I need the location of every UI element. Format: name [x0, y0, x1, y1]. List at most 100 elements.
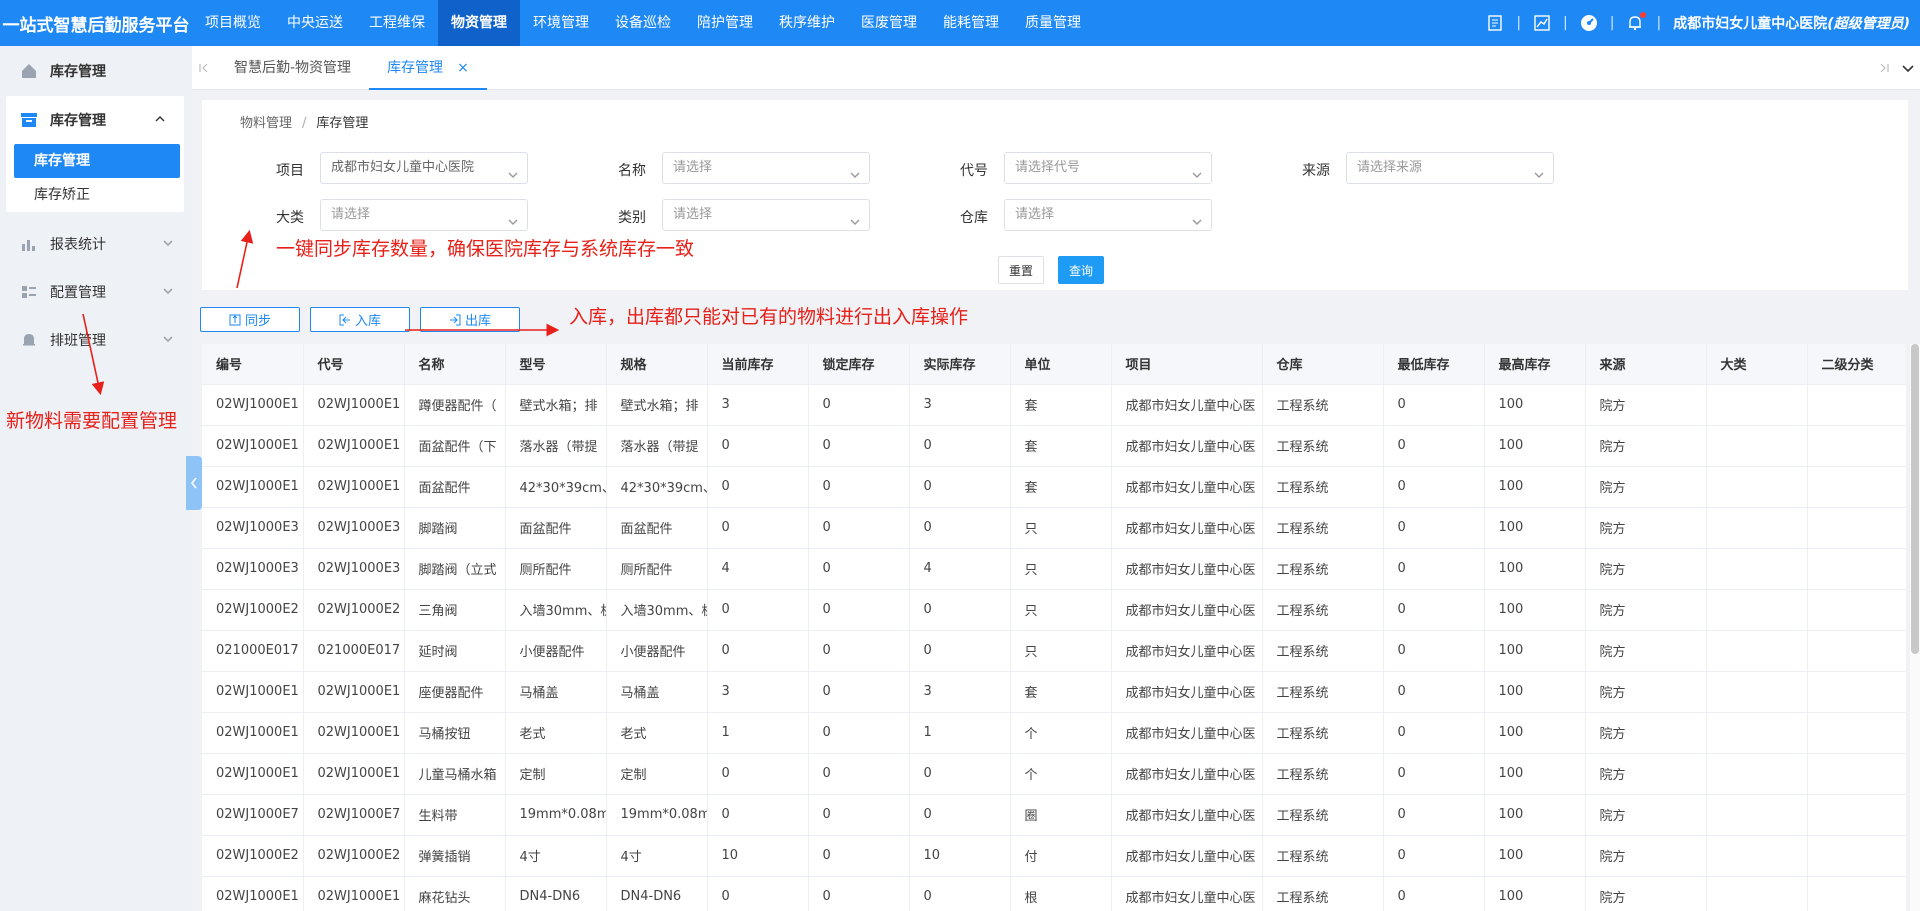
table-cell: 个: [1010, 753, 1112, 795]
table-cell: 老式: [606, 712, 708, 754]
table-row[interactable]: 02WJ1000E1 02WJ1000E1 马桶按钮 老式 老式 1 0 1 个成都市妇女儿童中…: [202, 712, 1906, 754]
column-header[interactable]: 编号: [202, 344, 304, 385]
table-cell: 0: [1383, 671, 1485, 713]
type-select[interactable]: 请选择: [662, 199, 870, 231]
table-row[interactable]: 02WJ1000E2 02WJ1000E2 弹簧插销 4寸 4寸 10 0 10 付成都市妇女儿…: [202, 835, 1906, 877]
scrollbar-thumb[interactable]: [1911, 344, 1919, 654]
table-scrollbar[interactable]: [1910, 344, 1920, 911]
chevron-down-icon: [507, 163, 519, 183]
tab-scroll-left-icon[interactable]: [192, 46, 216, 90]
table-cell: 02WJ1000E1: [303, 671, 405, 713]
column-header[interactable]: 锁定库存: [808, 344, 910, 385]
document-icon[interactable]: [1486, 14, 1504, 32]
table-row[interactable]: 02WJ1000E1 02WJ1000E1 面盆配件 42*30*39cm、 42*30…: [202, 466, 1906, 508]
tab-menu-chevron-down-icon[interactable]: [1896, 46, 1920, 90]
project-select[interactable]: 成都市妇女儿童中心医院: [320, 152, 528, 184]
table-cell: 0: [808, 466, 910, 508]
table-cell: 02WJ1000E2: [303, 589, 405, 631]
sync-button[interactable]: 同步: [200, 307, 300, 332]
column-header[interactable]: 来源: [1585, 344, 1707, 385]
table-row[interactable]: 02WJ1000E702WJ1000E7生料带19mm*0.08mm19mm*0…: [202, 794, 1906, 836]
column-header[interactable]: 最低库存: [1383, 344, 1485, 385]
table-cell: 定制: [505, 753, 607, 795]
sidebar-subitem-inventory[interactable]: 库存管理: [14, 144, 180, 178]
table-cell: 100: [1484, 876, 1586, 911]
code-select[interactable]: 请选择代号: [1004, 152, 1212, 184]
nav-item-7[interactable]: 秩序维护: [766, 0, 848, 46]
brand-title: 一站式智慧后勤服务平台: [2, 15, 190, 36]
stock-in-button[interactable]: 入库: [310, 307, 410, 332]
user-info[interactable]: 成都市妇女儿童中心医院(超级管理员): [1673, 13, 1910, 33]
table-row[interactable]: 02WJ1000E1 02WJ1000E1 座便器配件 马桶盖 马桶盖 3 0 3 套成都市妇女…: [202, 671, 1906, 713]
sidebar-item-inventory-home[interactable]: 库存管理: [0, 46, 192, 96]
table-cell: 0: [707, 589, 809, 631]
nav-item-4[interactable]: 环境管理: [520, 0, 602, 46]
nav-item-1[interactable]: 中央运送: [274, 0, 356, 46]
column-header[interactable]: 最高库存: [1484, 344, 1586, 385]
tab-material-management[interactable]: 智慧后勤-物资管理: [216, 46, 369, 90]
type-label: 类别: [618, 210, 646, 226]
column-header[interactable]: 代号: [303, 344, 405, 385]
sidebar-item-schedule[interactable]: 排班管理: [0, 316, 192, 364]
column-header[interactable]: 型号: [505, 344, 607, 385]
source-select[interactable]: 请选择来源: [1346, 152, 1554, 184]
nav-item-6[interactable]: 陪护管理: [684, 0, 766, 46]
sidebar-collapse-handle[interactable]: [186, 456, 202, 510]
table-cell: 19mm*0.08mm: [606, 794, 708, 836]
column-header[interactable]: 名称: [404, 344, 506, 385]
chart-icon[interactable]: [1533, 14, 1551, 32]
table-cell: 0: [1383, 794, 1485, 836]
nav-item-9[interactable]: 能耗管理: [930, 0, 1012, 46]
column-header[interactable]: 项目: [1111, 344, 1263, 385]
table-cell: 厕所配件: [505, 548, 607, 590]
table-row[interactable]: 02WJ1000E1 02WJ1000E1 儿童马桶水箱 定制 定制 0 0 0 个成都市妇女儿…: [202, 753, 1906, 795]
reset-button[interactable]: 重置: [998, 256, 1044, 284]
table-cell: 生料带: [404, 794, 506, 836]
nav-item-10[interactable]: 质量管理: [1012, 0, 1094, 46]
table-cell: 100: [1484, 589, 1586, 631]
nav-item-2[interactable]: 工程维保: [356, 0, 438, 46]
stock-out-button[interactable]: 出库: [420, 307, 520, 332]
tab-inventory[interactable]: 库存管理 ×: [369, 46, 487, 90]
nav-item-8[interactable]: 医废管理: [848, 0, 930, 46]
dashboard-icon[interactable]: [1580, 14, 1598, 32]
table-cell: 02WJ1000E3: [202, 507, 304, 549]
query-button[interactable]: 查询: [1058, 256, 1104, 284]
nav-item-5[interactable]: 设备巡检: [602, 0, 684, 46]
nav-item-3[interactable]: 物资管理: [438, 0, 520, 46]
column-header[interactable]: 二级分类: [1807, 344, 1906, 385]
category-select[interactable]: 请选择: [320, 199, 528, 231]
column-header[interactable]: 仓库: [1262, 344, 1384, 385]
table-row[interactable]: 021000E017 021000E017 延时阀 小便器配件 小便器配件 0 0 0 只成都市…: [202, 630, 1906, 672]
table-row[interactable]: 02WJ1000E3 02WJ1000E3 脚踏阀（立式 厕所配件 厕所配件 4 0 4 只成都…: [202, 548, 1906, 590]
table-cell: 院方: [1585, 876, 1707, 911]
name-select[interactable]: 请选择: [662, 152, 870, 184]
nav-item-0[interactable]: 项目概览: [192, 0, 274, 46]
table-row[interactable]: 02WJ1000E2 02WJ1000E2 三角阀 入墙30mm、机 入墙30mm、机 0…: [202, 589, 1906, 631]
warehouse-select[interactable]: 请选择: [1004, 199, 1212, 231]
table-row[interactable]: 02WJ1000E1 02WJ1000E1 面盆配件（下 落水器（带提 落水器（带提 0 0…: [202, 425, 1906, 467]
table-cell: 落水器（带提: [606, 425, 708, 467]
sidebar-subitem-inventory-correction[interactable]: 库存矫正: [14, 178, 180, 212]
column-header[interactable]: 规格: [606, 344, 708, 385]
sidebar-group-header[interactable]: 库存管理: [6, 96, 184, 144]
table-cell: 面盆配件: [505, 507, 607, 549]
table-row[interactable]: 02WJ1000E1 02WJ1000E1 蹲便器配件（ 壁式水箱；排 壁式水箱；排 3 0…: [202, 384, 1906, 426]
column-header[interactable]: 实际库存: [909, 344, 1011, 385]
table-cell: 只: [1010, 589, 1112, 631]
sidebar-item-config[interactable]: 配置管理: [0, 268, 192, 316]
table-cell: DN4-DN6: [606, 876, 708, 911]
notification-bell-icon[interactable]: [1626, 12, 1647, 32]
table-cell: 0: [808, 507, 910, 549]
tab-scroll-right-icon[interactable]: [1872, 46, 1896, 90]
table-cell: 小便器配件: [505, 630, 607, 672]
column-header[interactable]: 大类: [1706, 344, 1808, 385]
column-header[interactable]: 当前库存: [707, 344, 809, 385]
sidebar-item-reports[interactable]: 报表统计: [0, 220, 192, 268]
table-cell: 工程系统: [1262, 466, 1384, 508]
table-row[interactable]: 02WJ1000E1 02WJ1000E1 麻花钻头 DN4-DN6 DN4-DN6 0 0…: [202, 876, 1906, 911]
column-header[interactable]: 单位: [1010, 344, 1112, 385]
table-row[interactable]: 02WJ1000E3 02WJ1000E3 脚踏阀 面盆配件 面盆配件 0 0 0 只成都市妇女…: [202, 507, 1906, 549]
table-cell: 1: [909, 712, 1011, 754]
close-icon[interactable]: ×: [457, 60, 469, 76]
